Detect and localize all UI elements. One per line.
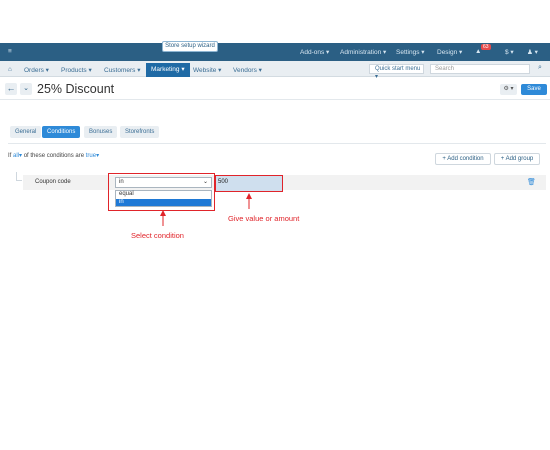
select-arrow-head (160, 210, 166, 216)
select-condition-note: Select condition (131, 231, 184, 240)
value-arrow-head (246, 193, 252, 199)
annotation-arrows (160, 193, 252, 226)
give-value-note: Give value or amount (228, 214, 300, 223)
